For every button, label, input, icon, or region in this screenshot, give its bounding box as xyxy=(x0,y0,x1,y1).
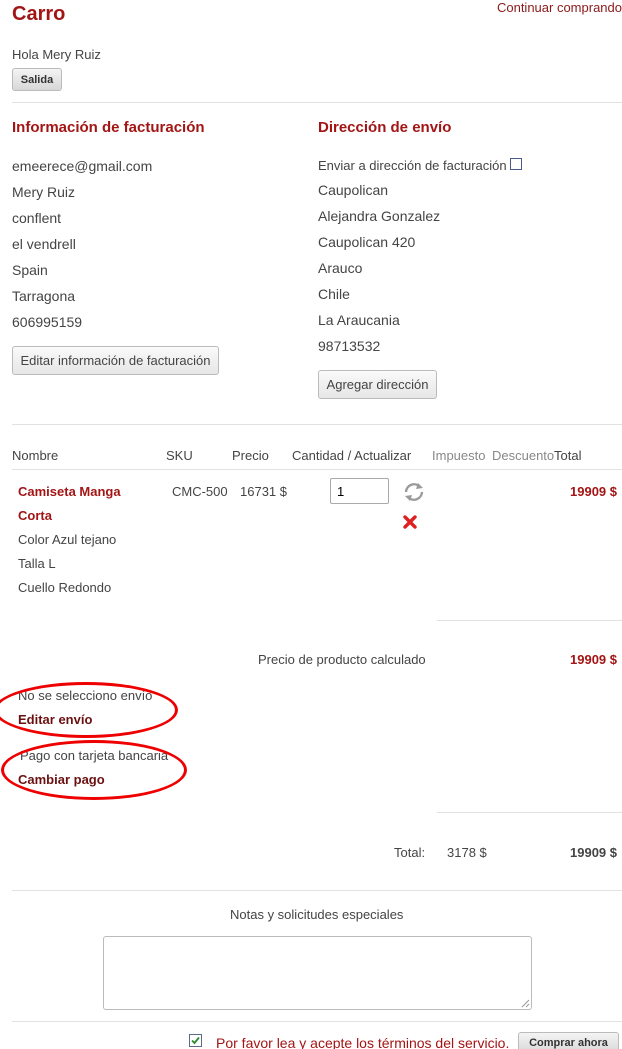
item-total: 19909 $ xyxy=(570,484,617,499)
resize-handle-icon[interactable] xyxy=(521,999,530,1008)
shipping-line-7: 98713532 xyxy=(318,338,381,354)
greeting-text: Hola Mery Ruiz xyxy=(12,47,101,62)
item-price: 16731 $ xyxy=(240,484,287,499)
terms-label[interactable]: Por favor lea y acepte los términos del … xyxy=(216,1035,509,1049)
divider xyxy=(437,812,622,813)
shipping-line-4: Arauco xyxy=(318,260,363,276)
billing-address: conflent xyxy=(12,210,62,226)
terms-checkbox[interactable] xyxy=(189,1034,202,1047)
billing-region: Tarragona xyxy=(12,288,76,304)
col-header-discount: Descuento xyxy=(492,448,555,463)
shipping-line-3: Caupolican 420 xyxy=(318,234,416,250)
total-value: 19909 $ xyxy=(570,845,617,860)
divider xyxy=(437,620,622,621)
total-tax: 3178 $ xyxy=(447,845,487,860)
divider xyxy=(12,890,622,891)
shipping-line-6: La Araucania xyxy=(318,312,400,328)
item-option-collar: Cuello Redondo xyxy=(18,580,112,595)
col-header-name: Nombre xyxy=(12,448,59,463)
page-title: Carro xyxy=(12,3,66,25)
col-header-price: Precio xyxy=(232,448,269,463)
divider xyxy=(12,1021,622,1022)
billing-email: emeerece@gmail.com xyxy=(12,158,153,174)
notes-label: Notas y solicitudes especiales xyxy=(230,907,404,922)
item-option-color: Color Azul tejano xyxy=(18,532,117,547)
shipping-heading: Dirección de envío xyxy=(318,119,452,136)
billing-heading: Información de facturación xyxy=(12,119,205,136)
col-header-sku: SKU xyxy=(166,448,193,463)
same-as-billing-checkbox[interactable] xyxy=(510,158,522,170)
calculated-price-value: 19909 $ xyxy=(570,652,617,667)
notes-textarea[interactable] xyxy=(103,936,532,1010)
buy-now-button[interactable]: Comprar ahora xyxy=(518,1032,619,1049)
total-label: Total: xyxy=(394,845,426,860)
item-option-size: Talla L xyxy=(18,556,56,571)
remove-icon[interactable] xyxy=(403,515,417,529)
billing-phone: 606995159 xyxy=(12,314,83,330)
add-address-button[interactable]: Agregar dirección xyxy=(318,370,437,399)
annotation-circle xyxy=(0,682,178,738)
divider xyxy=(12,469,622,470)
billing-name: Mery Ruiz xyxy=(12,184,76,200)
divider xyxy=(12,102,622,103)
item-sku: CMC-500 xyxy=(172,484,228,499)
col-header-total: Total xyxy=(554,448,582,463)
shipping-line-1: Caupolican xyxy=(318,182,389,198)
quantity-input[interactable] xyxy=(330,478,389,504)
calculated-price-label: Precio de producto calculado xyxy=(258,652,426,667)
shipping-line-5: Chile xyxy=(318,286,350,302)
annotation-circle xyxy=(1,740,187,800)
refresh-icon[interactable] xyxy=(401,481,427,503)
billing-country: Spain xyxy=(12,262,48,278)
col-header-tax: Impuesto xyxy=(432,448,486,463)
item-name-line2[interactable]: Corta xyxy=(18,508,52,523)
shipping-line-2: Alejandra Gonzalez xyxy=(318,208,441,224)
edit-billing-button[interactable]: Editar información de facturación xyxy=(12,346,219,375)
item-name-line1[interactable]: Camiseta Manga xyxy=(18,484,121,499)
continue-shopping-link[interactable]: Continuar comprando xyxy=(497,0,622,15)
divider xyxy=(12,424,622,425)
same-as-billing-label: Enviar a dirección de facturación xyxy=(318,158,507,173)
logout-button[interactable]: Salida xyxy=(12,68,62,91)
billing-city: el vendrell xyxy=(12,236,76,252)
col-header-qty: Cantidad / Actualizar xyxy=(292,448,412,463)
